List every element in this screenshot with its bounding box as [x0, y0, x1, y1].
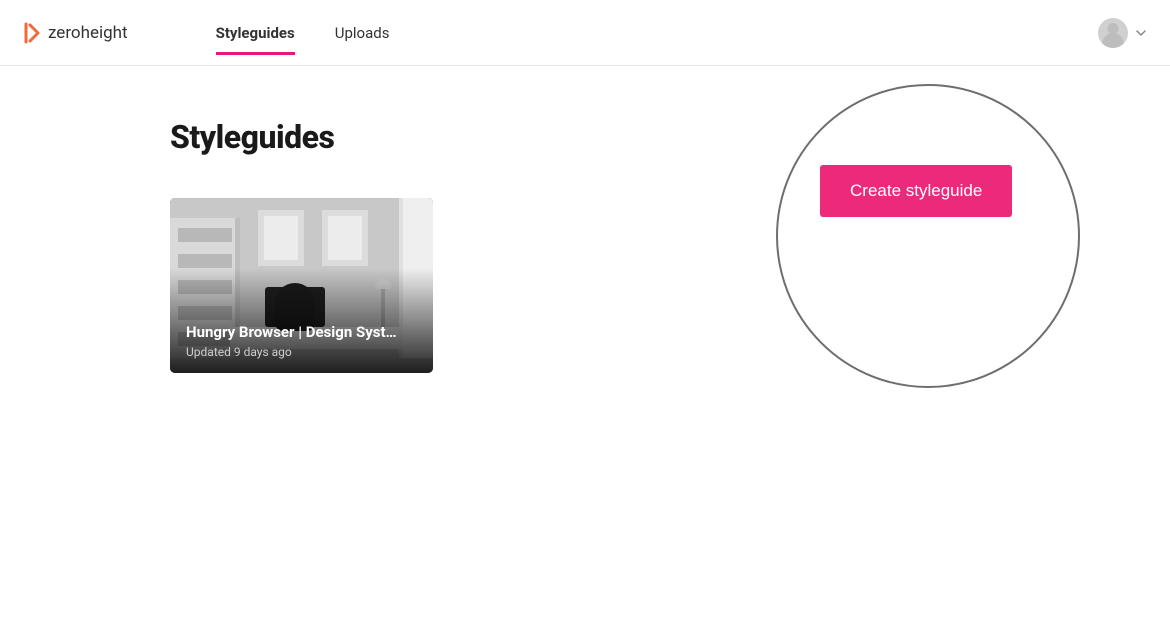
styleguide-card[interactable]: Hungry Browser | Design Syst… Updated 9 …: [170, 198, 433, 373]
brand-logo[interactable]: zeroheight: [24, 22, 128, 44]
avatar[interactable]: [1098, 18, 1128, 48]
nav-tab-label: Uploads: [335, 24, 390, 42]
styleguide-card-text: Hungry Browser | Design Syst… Updated 9 …: [186, 323, 417, 359]
styleguide-card-subtitle: Updated 9 days ago: [186, 345, 417, 359]
nav-tab-label: Styleguides: [216, 24, 295, 42]
nav-tab-uploads[interactable]: Uploads: [335, 0, 390, 65]
main-content: Styleguides Create styleguide Hungry Bro…: [0, 66, 1170, 373]
create-styleguide-button[interactable]: Create styleguide: [820, 165, 1012, 217]
primary-nav: Styleguides Uploads: [216, 0, 390, 65]
styleguide-card-title: Hungry Browser | Design Syst…: [186, 323, 417, 341]
page-title: Styleguides: [170, 118, 1170, 156]
app-header: zeroheight Styleguides Uploads: [0, 0, 1170, 66]
brand-logo-mark-icon: [24, 22, 42, 44]
nav-tab-styleguides[interactable]: Styleguides: [216, 0, 295, 65]
nav-active-underline: [216, 52, 295, 55]
brand-logo-text: zeroheight: [48, 23, 128, 43]
header-user-area: [1098, 18, 1146, 48]
chevron-down-icon[interactable]: [1136, 28, 1146, 38]
